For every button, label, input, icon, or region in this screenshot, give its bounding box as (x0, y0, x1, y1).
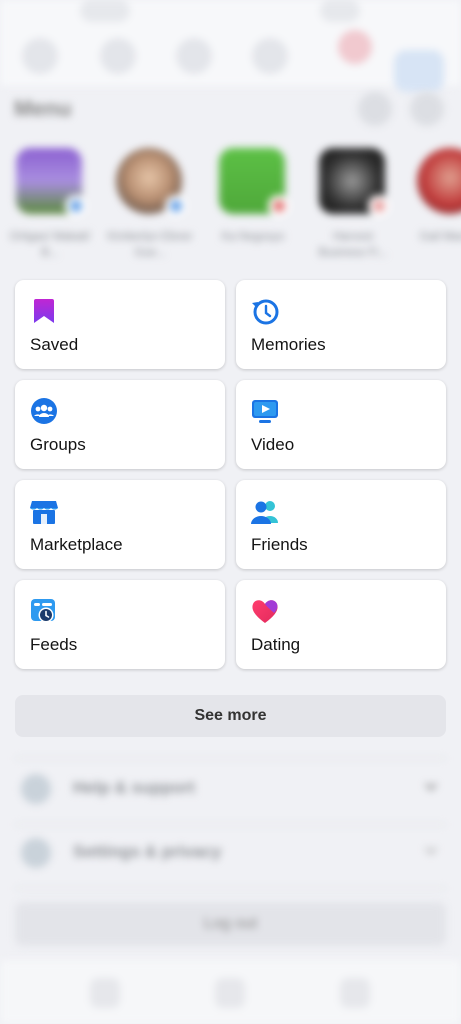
shortcut-name: Kimberlyn Ebner Gue... (107, 231, 193, 259)
divider (15, 888, 446, 889)
shortcut-item[interactable]: Ka Negosyo (216, 145, 292, 265)
bookmark-icon (34, 299, 54, 323)
page-title: Menu (14, 96, 72, 121)
shortcut-item[interactable]: Gail Maraf... (414, 145, 461, 265)
card-label: Groups (30, 435, 86, 454)
groups-icon (31, 398, 57, 424)
home-tab-icon[interactable] (22, 38, 58, 74)
video-play-icon (252, 400, 278, 423)
help-icon (21, 774, 51, 804)
video-card[interactable]: Video (236, 380, 446, 469)
dating-card[interactable]: Dating (236, 580, 446, 669)
log-out-button[interactable]: Log out (15, 902, 446, 946)
card-label: Dating (251, 635, 301, 654)
shortcut-item[interactable]: Kimberlyn Ebner Gue... (107, 145, 193, 265)
friends-icon (251, 501, 278, 524)
notifications-tab-icon[interactable] (338, 30, 372, 64)
storefront-icon (30, 501, 58, 524)
menu-header: Menu (14, 92, 447, 128)
card-label: Marketplace (30, 535, 123, 554)
memories-card[interactable]: Memories (236, 280, 446, 369)
shortcut-avatar (417, 148, 461, 214)
status-indicator (320, 0, 360, 22)
marketplace-tab-icon[interactable] (252, 38, 288, 74)
shortcut-item[interactable]: Ortigas/ Makati/ B... (10, 145, 90, 265)
divider (15, 824, 446, 825)
see-more-button[interactable]: See more (15, 695, 446, 737)
page-badge-icon (268, 195, 290, 217)
settings-privacy-accordion[interactable]: Settings & privacy (15, 826, 446, 882)
card-label: Video (251, 435, 295, 454)
clock-history-icon (252, 299, 279, 325)
back-button-icon[interactable] (340, 978, 370, 1008)
page-badge-icon (368, 195, 390, 217)
accordion-label: Settings & privacy (73, 842, 222, 861)
card-label: Friends (251, 535, 308, 554)
chevron-down-icon (425, 847, 437, 855)
shortcut-name: Ortigas/ Makati/ B... (9, 231, 91, 259)
shortcut-name: Harvest Business Fi... (318, 231, 388, 259)
group-badge-icon (65, 195, 87, 217)
help-support-accordion[interactable]: Help & support (15, 762, 446, 818)
system-navigation-bar (0, 960, 461, 1024)
shortcuts-row: Ortigas/ Makati/ B... Kimberlyn Ebner Gu… (0, 145, 461, 265)
friends-tab-icon[interactable] (176, 38, 212, 74)
accordion-label: Help & support (73, 778, 195, 797)
feeds-clock-icon (31, 599, 55, 623)
settings-gear-icon[interactable] (358, 92, 392, 126)
card-label: Memories (251, 335, 326, 354)
saved-card[interactable]: Saved (15, 280, 225, 369)
shortcut-name: Gail Maraf... (419, 231, 461, 243)
groups-card[interactable]: Groups (15, 380, 225, 469)
search-icon[interactable] (410, 92, 444, 126)
recent-apps-icon[interactable] (90, 978, 120, 1008)
marketplace-card[interactable]: Marketplace (15, 480, 225, 569)
status-indicator (80, 0, 130, 22)
top-navigation-bar (0, 0, 461, 92)
chevron-down-icon (425, 783, 437, 791)
heart-icon (252, 600, 278, 623)
shortcut-item[interactable]: Harvest Business Fi... (316, 145, 392, 265)
divider (15, 758, 446, 759)
home-button-icon[interactable] (215, 978, 245, 1008)
shortcut-name: Ka Negosyo (221, 231, 285, 243)
card-label: Saved (30, 335, 79, 354)
log-out-label: Log out (203, 915, 258, 932)
gear-icon (21, 838, 51, 868)
menu-tab-icon[interactable] (394, 50, 444, 92)
feeds-card[interactable]: Feeds (15, 580, 225, 669)
friends-card[interactable]: Friends (236, 480, 446, 569)
card-label: Feeds (30, 635, 78, 654)
video-tab-icon[interactable] (100, 38, 136, 74)
group-badge-icon (165, 195, 187, 217)
